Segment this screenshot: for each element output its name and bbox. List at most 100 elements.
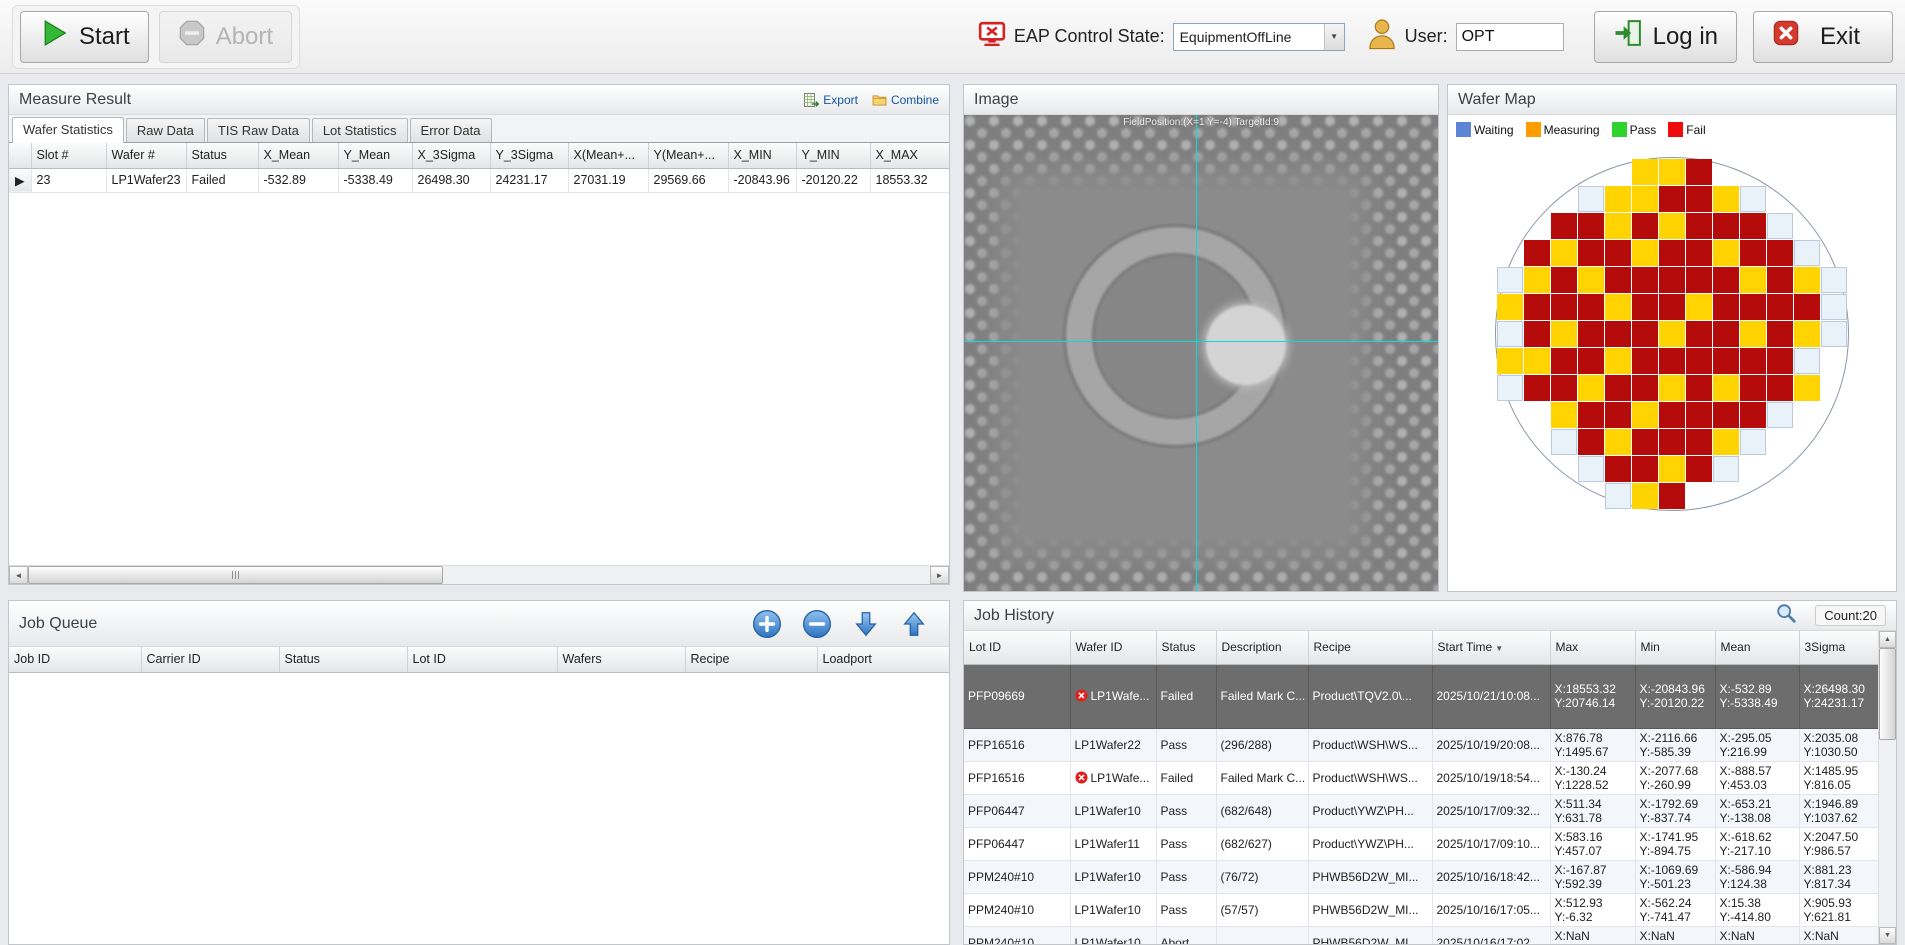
eap-state-select[interactable]: EquipmentOffLine ▼ — [1173, 23, 1345, 51]
wafer-die-cell[interactable] — [1767, 375, 1793, 401]
wafer-die-cell[interactable] — [1605, 240, 1631, 266]
wafer-die-cell[interactable] — [1659, 348, 1685, 374]
wafer-die-cell[interactable] — [1551, 294, 1577, 320]
wafer-die-cell[interactable] — [1551, 213, 1577, 239]
wafer-die-cell[interactable] — [1605, 321, 1631, 347]
measure-column-header[interactable]: X_3Sigma — [412, 143, 490, 168]
measure-column-header[interactable]: X(Mean+... — [568, 143, 648, 168]
scrollbar-thumb[interactable] — [28, 566, 443, 584]
history-column-header[interactable]: Mean — [1715, 631, 1799, 664]
wafer-die-cell[interactable] — [1740, 294, 1766, 320]
wafer-die-cell[interactable] — [1713, 456, 1739, 482]
add-job-button[interactable] — [751, 608, 783, 640]
measure-column-header[interactable]: Y_Mean — [338, 143, 412, 168]
wafer-die-cell[interactable] — [1821, 321, 1847, 347]
remove-job-button[interactable] — [801, 608, 833, 640]
wafer-die-cell[interactable] — [1632, 321, 1658, 347]
job-history-row[interactable]: PFP06447LP1Wafer11Pass(682/627)Product\Y… — [964, 827, 1878, 860]
wafer-die-cell[interactable] — [1740, 348, 1766, 374]
job-history-row[interactable]: PFP16516LP1Wafe...FailedFailed Mark C...… — [964, 761, 1878, 794]
wafer-die-cell[interactable] — [1632, 483, 1658, 509]
abort-button[interactable]: Abort — [159, 11, 292, 63]
wafer-die-cell[interactable] — [1578, 429, 1604, 455]
queue-column-header[interactable]: Carrier ID — [141, 647, 279, 672]
wafer-die-cell[interactable] — [1767, 240, 1793, 266]
wafer-die-cell[interactable] — [1578, 267, 1604, 293]
wafer-die-cell[interactable] — [1740, 402, 1766, 428]
scrollbar-track[interactable] — [28, 566, 930, 584]
wafer-die-cell[interactable] — [1659, 483, 1685, 509]
history-column-header[interactable]: Min — [1635, 631, 1715, 664]
wafer-die-cell[interactable] — [1794, 375, 1820, 401]
wafer-die-cell[interactable] — [1659, 456, 1685, 482]
wafer-die-cell[interactable] — [1497, 321, 1523, 347]
move-down-button[interactable] — [851, 609, 881, 639]
wafer-die-cell[interactable] — [1794, 321, 1820, 347]
export-button[interactable]: Export — [804, 93, 858, 107]
wafer-die-cell[interactable] — [1632, 159, 1658, 185]
wafer-die-cell[interactable] — [1497, 294, 1523, 320]
wafer-die-cell[interactable] — [1740, 321, 1766, 347]
wafer-die-cell[interactable] — [1659, 402, 1685, 428]
wafer-die-cell[interactable] — [1686, 348, 1712, 374]
queue-column-header[interactable]: Job ID — [9, 647, 141, 672]
wafer-die-cell[interactable] — [1632, 402, 1658, 428]
wafer-die-cell[interactable] — [1686, 375, 1712, 401]
combine-button[interactable]: Combine — [872, 93, 939, 107]
history-column-header[interactable]: Max — [1550, 631, 1635, 664]
wafer-die-cell[interactable] — [1659, 240, 1685, 266]
wafer-die-cell[interactable] — [1551, 402, 1577, 428]
wafer-die-cell[interactable] — [1740, 240, 1766, 266]
login-button[interactable]: Log in — [1594, 11, 1737, 63]
wafer-die-cell[interactable] — [1713, 213, 1739, 239]
history-column-header[interactable]: 3Sigma — [1799, 631, 1878, 664]
measure-column-header[interactable]: Status — [186, 143, 258, 168]
wafer-die-cell[interactable] — [1713, 294, 1739, 320]
wafer-die-cell[interactable] — [1686, 240, 1712, 266]
start-button[interactable]: Start — [20, 11, 149, 63]
wafer-die-cell[interactable] — [1659, 429, 1685, 455]
wafer-die-cell[interactable] — [1686, 186, 1712, 212]
search-icon[interactable] — [1775, 602, 1797, 629]
measure-column-header[interactable]: Y(Mean+... — [648, 143, 728, 168]
wafer-die-cell[interactable] — [1713, 240, 1739, 266]
wafer-die-cell[interactable] — [1632, 294, 1658, 320]
wafer-die-cell[interactable] — [1659, 375, 1685, 401]
wafer-die-cell[interactable] — [1524, 375, 1550, 401]
wafer-die-cell[interactable] — [1767, 294, 1793, 320]
history-column-header[interactable]: Recipe — [1308, 631, 1432, 664]
wafer-die-cell[interactable] — [1686, 429, 1712, 455]
wafer-die-cell[interactable] — [1551, 348, 1577, 374]
wafer-die-cell[interactable] — [1686, 321, 1712, 347]
job-history-row[interactable]: PPM240#10LP1Wafer10Pass(76/72)PHWB56D2W_… — [964, 860, 1878, 893]
wafer-die-cell[interactable] — [1551, 375, 1577, 401]
wafer-die-cell[interactable] — [1578, 186, 1604, 212]
wafer-die-cell[interactable] — [1659, 294, 1685, 320]
wafer-die-cell[interactable] — [1713, 429, 1739, 455]
wafer-die-cell[interactable] — [1713, 375, 1739, 401]
wafer-die-cell[interactable] — [1551, 321, 1577, 347]
user-input[interactable] — [1456, 23, 1564, 51]
wafer-die-cell[interactable] — [1524, 321, 1550, 347]
wafer-die-cell[interactable] — [1551, 429, 1577, 455]
tab-raw-data[interactable]: Raw Data — [126, 118, 205, 142]
wafer-die-cell[interactable] — [1524, 348, 1550, 374]
scrollbar-thumb[interactable] — [1879, 648, 1896, 740]
wafer-die-cell[interactable] — [1740, 429, 1766, 455]
scroll-up-button[interactable]: ▲ — [1879, 631, 1896, 648]
wafer-die-cell[interactable] — [1686, 402, 1712, 428]
wafer-die-cell[interactable] — [1497, 375, 1523, 401]
wafer-die-cell[interactable] — [1686, 213, 1712, 239]
history-column-header[interactable]: Wafer ID — [1070, 631, 1156, 664]
wafer-die-cell[interactable] — [1497, 267, 1523, 293]
wafer-die-cell[interactable] — [1605, 294, 1631, 320]
scroll-left-button[interactable]: ◄ — [9, 566, 28, 584]
queue-column-header[interactable]: Status — [279, 647, 407, 672]
wafer-die-cell[interactable] — [1659, 321, 1685, 347]
wafer-die-cell[interactable] — [1578, 213, 1604, 239]
measure-column-header[interactable]: X_MAX — [870, 143, 949, 168]
wafer-die-cell[interactable] — [1605, 186, 1631, 212]
scroll-down-button[interactable]: ▼ — [1879, 927, 1896, 944]
history-column-header[interactable]: Description — [1216, 631, 1308, 664]
wafer-die-cell[interactable] — [1794, 294, 1820, 320]
